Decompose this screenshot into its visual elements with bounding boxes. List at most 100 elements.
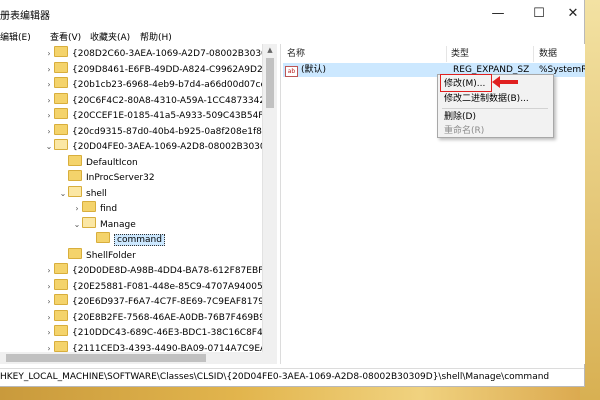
folder-icon	[54, 139, 68, 150]
tree-item-label: {20b1cb23-6968-4eb9-b7d4-a66d00d07cee}	[72, 80, 262, 90]
tree-item-label: {20E8B2FE-7568-46AE-A0DB-76B7F469B92D}	[72, 312, 262, 323]
expand-chevron-icon[interactable]: ›	[72, 201, 82, 217]
highlight-box	[440, 74, 492, 92]
folder-icon	[82, 216, 96, 228]
tree-item[interactable]: › {20b1cb23-6968-4eb9-b7d4-a66d00d07cee}	[44, 77, 262, 93]
expand-chevron-icon[interactable]: ›	[44, 62, 54, 78]
tree-item-label: {20C6F4C2-80A8-4310-A59A-1CC487334236}	[72, 95, 262, 106]
minimize-icon[interactable]: —	[483, 4, 513, 24]
tree-item[interactable]: › {20C6F4C2-80A8-4310-A59A-1CC487334236}	[44, 92, 262, 109]
tree-item-label: {20E6D937-F6A7-4C7F-8E69-7C9EAF81795FB}	[72, 297, 262, 307]
tree-item-label: {209D8461-E6FB-49DD-A824-C9962A9D2F28}	[72, 64, 262, 75]
tree-item[interactable]: › {20CCEF1E-0185-41a5-A933-509C43B54F98}	[44, 108, 262, 124]
menu-view[interactable]: 查看(V)	[50, 30, 81, 43]
tree-vertical-scrollbar[interactable]: ▲ ▼	[262, 44, 277, 364]
folder-icon	[54, 92, 68, 104]
close-icon[interactable]: ✕	[558, 4, 588, 24]
tree-item-label: {20CCEF1E-0185-41a5-A933-509C43B54F98}	[72, 111, 262, 121]
column-header-type[interactable]: 类型	[451, 46, 469, 62]
tree-item-label: {20D04FE0-3AEA-1069-A2D8-08002B30309D}	[72, 142, 262, 152]
expand-chevron-icon[interactable]: ›	[44, 93, 54, 109]
expand-chevron-icon[interactable]: ›	[44, 124, 54, 140]
registry-tree: ›{208D2C60-3AEA-1069-A2D7-08002B30309D}›…	[0, 44, 262, 364]
tree-item-label: Manage	[100, 219, 136, 230]
tree-item[interactable]: › find	[72, 201, 117, 217]
tree-item-label: find	[100, 204, 118, 214]
folder-icon	[54, 340, 68, 352]
menu-item-delete[interactable]: 删除(D)	[444, 110, 476, 124]
expand-chevron-icon[interactable]: ›	[44, 108, 54, 124]
horizontal-scroll-thumb[interactable]	[6, 354, 206, 362]
tree-item[interactable]: › {20D0DE8D-A98B-4DD4-BA78-612F87EBF890}	[44, 263, 262, 279]
column-header-name[interactable]: 名称	[287, 46, 305, 62]
tree-item[interactable]: › {208D2C60-3AEA-1069-A2D7-08002B30309D}	[44, 46, 262, 62]
value-name-cell[interactable]: ab (默认)	[285, 63, 435, 77]
folder-icon	[54, 325, 68, 336]
expand-chevron-icon[interactable]: ›	[44, 294, 54, 310]
folder-icon	[54, 263, 68, 274]
expand-chevron-icon[interactable]: ⌄	[58, 186, 68, 202]
tree-item[interactable]: › {20E25881-F081-448e-85C9-4707A9400593}	[44, 278, 262, 295]
scroll-thumb[interactable]	[266, 58, 274, 108]
regedit-window: 册表编辑器 — ☐ ✕ 编辑(E) 查看(V) 收藏夹(A) 帮助(H) › {2…	[0, 0, 585, 387]
title-bar: 册表编辑器 — ☐ ✕	[0, 0, 584, 28]
tree-item-label: InProcServer32	[86, 173, 155, 183]
background-photo	[0, 385, 600, 400]
tree-item-label: {20E25881-F081-448e-85C9-4707A9400593}	[72, 281, 262, 292]
expand-chevron-icon[interactable]: ›	[44, 46, 54, 62]
menu-item-rename[interactable]: 重命名(R)	[444, 124, 484, 138]
tree-item-label: shell	[86, 188, 107, 199]
expand-chevron-icon[interactable]: ⌄	[44, 139, 54, 155]
tree-item[interactable]: ⌄ Manage	[72, 216, 136, 233]
tree-item[interactable]: command	[86, 232, 165, 248]
tree-item[interactable]: ⌄ shell	[58, 185, 107, 202]
tree-item[interactable]: ShellFolder	[58, 247, 136, 264]
folder-icon	[68, 170, 82, 181]
tree-item-label: {208D2C60-3AEA-1069-A2D7-08002B30309D}	[72, 49, 262, 59]
menu-item-modify-binary[interactable]: 修改二进制数据(B)...	[444, 92, 529, 106]
folder-icon	[96, 232, 110, 243]
tree-item-label: ShellFolder	[86, 250, 136, 261]
folder-icon	[54, 46, 68, 57]
expand-chevron-icon[interactable]: ›	[44, 325, 54, 341]
menu-separator	[442, 108, 548, 109]
maximize-icon[interactable]: ☐	[524, 4, 554, 24]
tree-horizontal-scrollbar[interactable]	[0, 352, 276, 364]
folder-icon	[54, 278, 68, 290]
folder-icon	[68, 247, 82, 259]
menu-edit[interactable]: 编辑(E)	[0, 30, 31, 43]
tree-item[interactable]: › {20cd9315-87d0-40b4-b925-0a8f208e1f8d}	[44, 123, 262, 140]
menu-bar: 编辑(E) 查看(V) 收藏夹(A) 帮助(H)	[0, 28, 584, 44]
menu-help[interactable]: 帮助(H)	[140, 30, 172, 43]
expand-chevron-icon[interactable]: ›	[44, 263, 54, 279]
tree-item[interactable]: › {209D8461-E6FB-49DD-A824-C9962A9D2F28}	[44, 61, 262, 78]
column-separator[interactable]	[533, 46, 534, 62]
expand-chevron-icon[interactable]: ›	[44, 310, 54, 326]
tree-item[interactable]: › {20E8B2FE-7568-46AE-A0DB-76B7F469B92D}	[44, 309, 262, 326]
folder-icon	[54, 77, 68, 88]
tree-item[interactable]: DefaultIcon	[58, 154, 138, 171]
folder-icon	[54, 108, 68, 119]
tree-item-label: {210DDC43-689C-46E3-BDC1-38C16C8F4C96}	[72, 328, 262, 338]
expand-chevron-icon[interactable]: ›	[44, 77, 54, 93]
string-value-icon: ab	[285, 66, 298, 77]
window-title: 册表编辑器	[0, 11, 50, 22]
tree-item[interactable]: › {210DDC43-689C-46E3-BDC1-38C16C8F4C96}	[44, 325, 262, 341]
tree-item-label: {20D0DE8D-A98B-4DD4-BA78-612F87EBF890}	[72, 266, 262, 276]
expand-chevron-icon[interactable]: ⌄	[72, 217, 82, 233]
tree-item-label: command	[114, 234, 165, 246]
red-arrow-icon	[492, 76, 518, 88]
tree-item[interactable]: InProcServer32	[58, 170, 155, 186]
column-header-data[interactable]: 数据	[539, 46, 557, 62]
column-separator[interactable]	[446, 46, 447, 62]
tree-item[interactable]: › {20E6D937-F6A7-4C7F-8E69-7C9EAF81795FB}	[44, 294, 262, 310]
folder-icon	[68, 185, 82, 197]
menu-favorites[interactable]: 收藏夹(A)	[90, 30, 130, 43]
folder-icon	[54, 123, 68, 135]
scroll-up-icon[interactable]: ▲	[263, 44, 277, 56]
expand-chevron-icon[interactable]: ›	[44, 279, 54, 295]
tree-item[interactable]: ⌄ {20D04FE0-3AEA-1069-A2D8-08002B30309D}	[44, 139, 262, 155]
tree-item-label: {20cd9315-87d0-40b4-b925-0a8f208e1f8d}	[72, 126, 262, 137]
tree-item-label: DefaultIcon	[86, 157, 138, 168]
value-name: (默认)	[301, 65, 327, 75]
